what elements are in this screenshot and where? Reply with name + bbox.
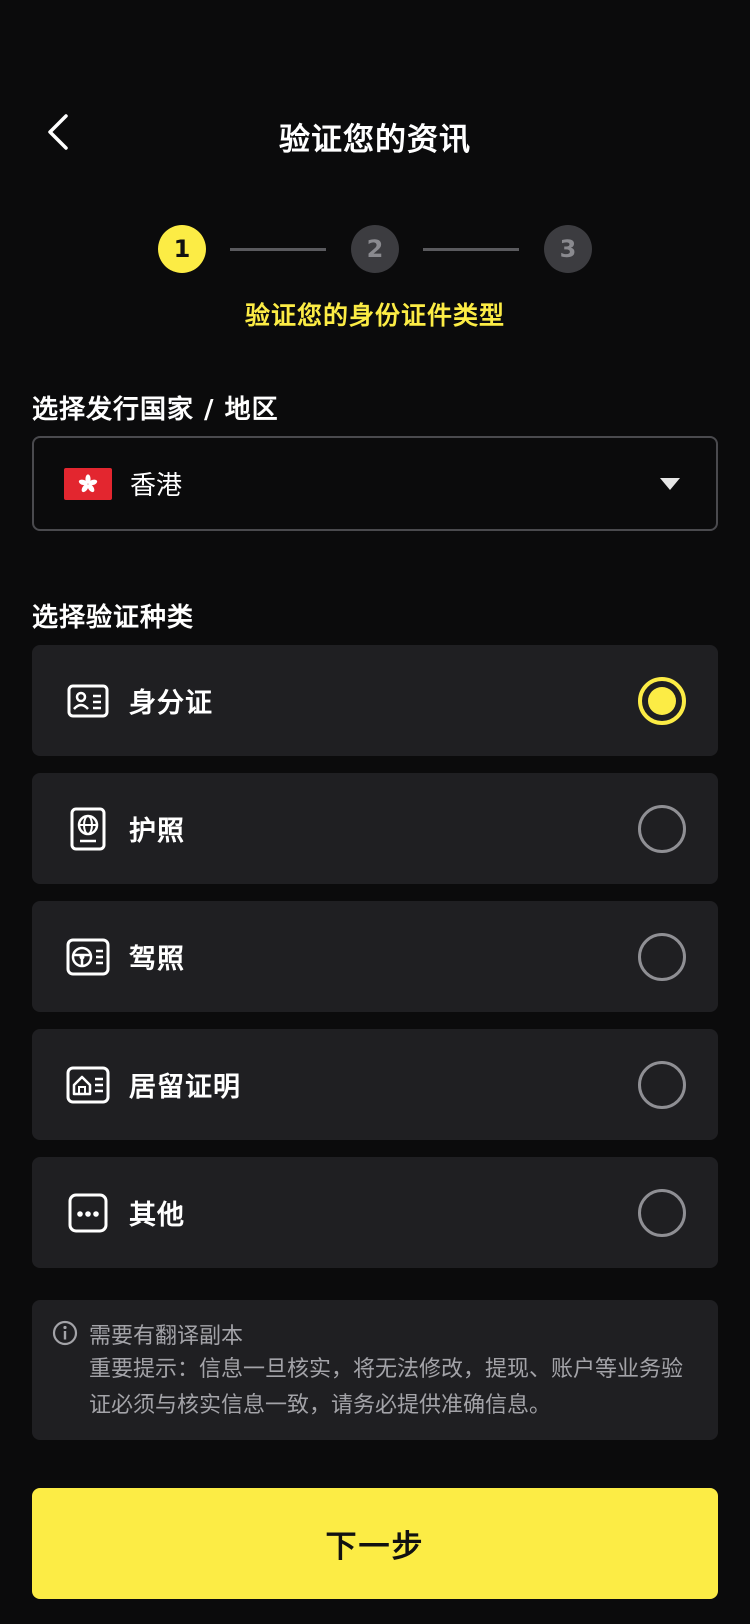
radio-selected[interactable] bbox=[638, 677, 686, 725]
option-label: 身分证 bbox=[129, 688, 213, 719]
step-connector bbox=[423, 248, 519, 251]
step-2: 2 bbox=[351, 225, 399, 273]
step-1: 1 bbox=[158, 225, 206, 273]
option-label: 驾照 bbox=[129, 944, 185, 975]
country-label: 选择发行国家 / 地区 bbox=[32, 395, 279, 425]
notice-body: 重要提示：信息一旦核实，将无法修改，提现、账户等业务验证必须与核实信息一致，请务… bbox=[89, 1357, 684, 1418]
driver-license-icon bbox=[65, 934, 111, 980]
option-driver-license[interactable]: 驾照 bbox=[32, 901, 718, 1012]
caret-down-icon bbox=[660, 478, 680, 490]
option-label: 护照 bbox=[129, 816, 185, 847]
residence-permit-icon bbox=[65, 1062, 111, 1108]
country-value: 香港 bbox=[130, 471, 183, 501]
next-button-label: 下一步 bbox=[325, 1529, 425, 1565]
country-select[interactable]: 香港 bbox=[32, 436, 718, 531]
info-icon bbox=[52, 1320, 78, 1346]
id-card-icon bbox=[65, 678, 111, 724]
step-connector bbox=[230, 248, 326, 251]
step-caption: 验证您的身份证件类型 bbox=[244, 301, 505, 330]
stepper: 1 2 3 bbox=[158, 225, 592, 275]
radio-unselected[interactable] bbox=[638, 805, 686, 853]
radio-unselected[interactable] bbox=[638, 1061, 686, 1109]
hong-kong-flag-icon bbox=[64, 467, 112, 500]
option-residence-permit[interactable]: 居留证明 bbox=[32, 1029, 718, 1140]
notice-box: 需要有翻译副本 重要提示：信息一旦核实，将无法修改，提现、账户等业务验证必须与核… bbox=[32, 1300, 718, 1440]
notice-title: 需要有翻译副本 bbox=[89, 1324, 244, 1349]
option-passport[interactable]: 护照 bbox=[32, 773, 718, 884]
header: 验证您的资讯 bbox=[0, 100, 750, 164]
passport-icon bbox=[65, 806, 111, 852]
page-title: 验证您的资讯 bbox=[279, 122, 471, 158]
step-3: 3 bbox=[544, 225, 592, 273]
radio-unselected[interactable] bbox=[638, 1189, 686, 1237]
option-other[interactable]: 其他 bbox=[32, 1157, 718, 1268]
verification-type-label: 选择验证种类 bbox=[32, 603, 195, 633]
radio-unselected[interactable] bbox=[638, 933, 686, 981]
more-icon bbox=[65, 1190, 111, 1236]
option-label: 其他 bbox=[129, 1200, 185, 1231]
option-label: 居留证明 bbox=[129, 1072, 241, 1103]
option-id-card[interactable]: 身分证 bbox=[32, 645, 718, 756]
next-button[interactable]: 下一步 bbox=[32, 1488, 718, 1599]
